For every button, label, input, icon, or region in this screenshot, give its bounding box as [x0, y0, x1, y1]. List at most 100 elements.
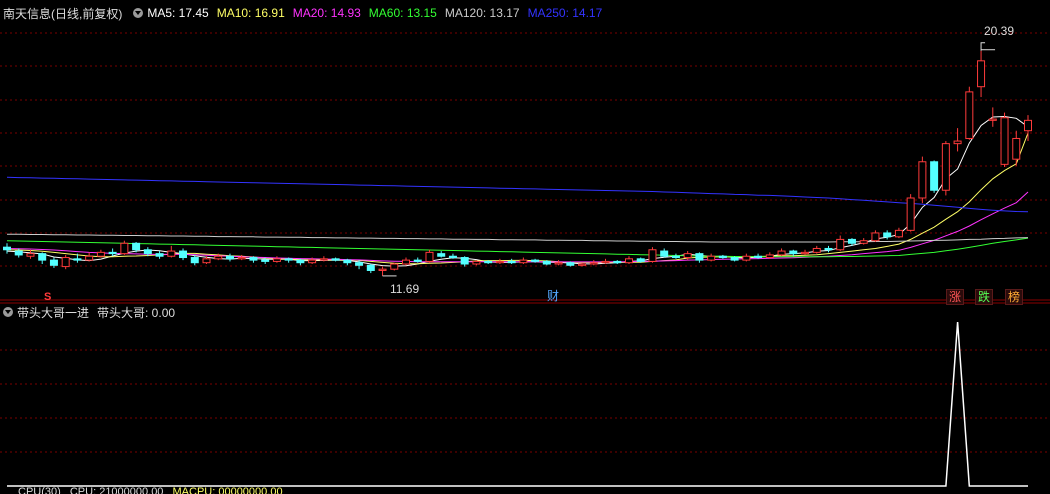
event-tag-bang[interactable]: 榜	[1005, 289, 1024, 305]
candle-body	[179, 250, 188, 259]
ma5-label: MA5: 17.45	[147, 6, 209, 20]
candle-body	[214, 255, 223, 260]
candle-body	[495, 260, 504, 264]
candle-body	[965, 91, 974, 139]
candle-body	[953, 140, 962, 145]
candle-body	[331, 258, 340, 261]
candle-body	[730, 257, 739, 261]
candle-body	[472, 260, 481, 265]
candle-body	[413, 259, 422, 262]
candle-body	[707, 255, 716, 261]
candle-body	[812, 247, 821, 253]
candle-body	[402, 259, 411, 265]
event-tag-cai[interactable]: 财	[545, 289, 561, 303]
ma-line-ma250	[6, 176, 1029, 213]
price-panel-header: 南天信息(日线,前复权) MA5: 17.45 MA10: 16.91 MA20…	[0, 4, 610, 22]
ma-line-ma20	[6, 191, 1029, 263]
candle-body	[777, 250, 786, 256]
candle-body	[448, 255, 457, 259]
candle-body	[542, 260, 551, 265]
candle-body	[38, 253, 47, 261]
candle-body	[366, 264, 375, 271]
candle-body	[601, 260, 610, 264]
candle-body	[636, 258, 645, 262]
candle-body	[484, 260, 493, 264]
price-grid	[0, 32, 1050, 267]
candle-body	[167, 250, 176, 257]
candle-body	[272, 258, 281, 262]
candle-body	[120, 242, 129, 255]
stock-title: 南天信息(日线,前复权)	[3, 6, 123, 21]
bottom-indicator-row: CPU(30) CPU: 21000000.00 MACPU: 00000000…	[0, 486, 289, 494]
candle-body	[225, 255, 234, 260]
bottom-item-0: CPU(30)	[18, 486, 61, 494]
candle-body	[671, 255, 680, 259]
candle-body	[930, 161, 939, 191]
candle-body	[14, 250, 23, 256]
event-tag-zhang[interactable]: 涨	[946, 289, 965, 305]
event-tag-s[interactable]: S	[42, 290, 53, 304]
indicator-panel-header: 带头大哥一进 带头大哥: 0.00	[0, 303, 183, 321]
candle-body	[155, 253, 164, 257]
candle-body	[871, 232, 880, 242]
candle-body	[108, 251, 117, 255]
indicator-line	[7, 321, 1028, 487]
candle-body	[1024, 119, 1032, 132]
candlestick-series	[3, 50, 1032, 276]
candle-body	[73, 258, 82, 261]
candle-body	[918, 161, 927, 199]
ma20-label: MA20: 14.93	[292, 6, 361, 20]
candle-body	[284, 258, 293, 261]
ma10-label: MA10: 16.91	[216, 6, 285, 20]
indicator-series	[7, 321, 1028, 487]
candle-body	[683, 253, 692, 259]
bottom-item-2: MACPU: 00000000.00	[172, 486, 283, 494]
candle-body	[789, 250, 798, 255]
candle-body	[237, 257, 246, 260]
candle-body	[85, 255, 94, 261]
candle-body	[718, 255, 727, 259]
candle-body	[589, 262, 598, 265]
candle-body	[202, 258, 211, 264]
candle-body	[742, 255, 751, 261]
candle-body	[1000, 117, 1009, 165]
candle-body	[249, 257, 258, 261]
candle-body	[26, 253, 35, 257]
candle-body	[61, 257, 70, 268]
low-price-label: 11.69	[390, 282, 420, 296]
candle-body	[143, 249, 152, 255]
high-price-label: 20.39	[984, 24, 1015, 38]
candle-body	[519, 259, 528, 264]
candle-body	[531, 259, 540, 262]
candle-body	[460, 257, 469, 265]
dropdown-circle-icon[interactable]	[3, 307, 13, 317]
bottom-item-1: CPU: 21000000.00	[69, 486, 164, 494]
candle-body	[566, 262, 575, 266]
candle-body	[859, 240, 868, 244]
candle-body	[977, 60, 986, 88]
ma120-label: MA120: 13.17	[444, 6, 520, 20]
dropdown-circle-icon[interactable]	[133, 8, 144, 18]
candle-body	[1012, 137, 1021, 160]
indicator-grid	[0, 349, 1050, 453]
ma60-label: MA60: 13.15	[368, 6, 437, 20]
chart-canvas	[0, 32, 1050, 487]
moving-average-lines	[6, 115, 1029, 267]
candle-body	[836, 238, 845, 251]
candle-body	[378, 268, 387, 271]
candle-body	[261, 259, 270, 262]
candle-body	[390, 263, 399, 270]
candle-body	[308, 259, 317, 264]
candle-body	[132, 242, 141, 251]
candle-body	[824, 247, 833, 251]
candle-body	[425, 251, 434, 262]
candle-body	[296, 259, 305, 264]
candle-body	[847, 238, 856, 244]
ma250-label: MA250: 14.17	[527, 6, 603, 20]
candle-body	[190, 257, 199, 264]
candle-body	[507, 260, 516, 264]
candle-body	[554, 262, 563, 265]
candle-body	[765, 254, 774, 259]
event-tag-die[interactable]: 跌	[975, 289, 994, 305]
candle-body	[941, 143, 950, 191]
